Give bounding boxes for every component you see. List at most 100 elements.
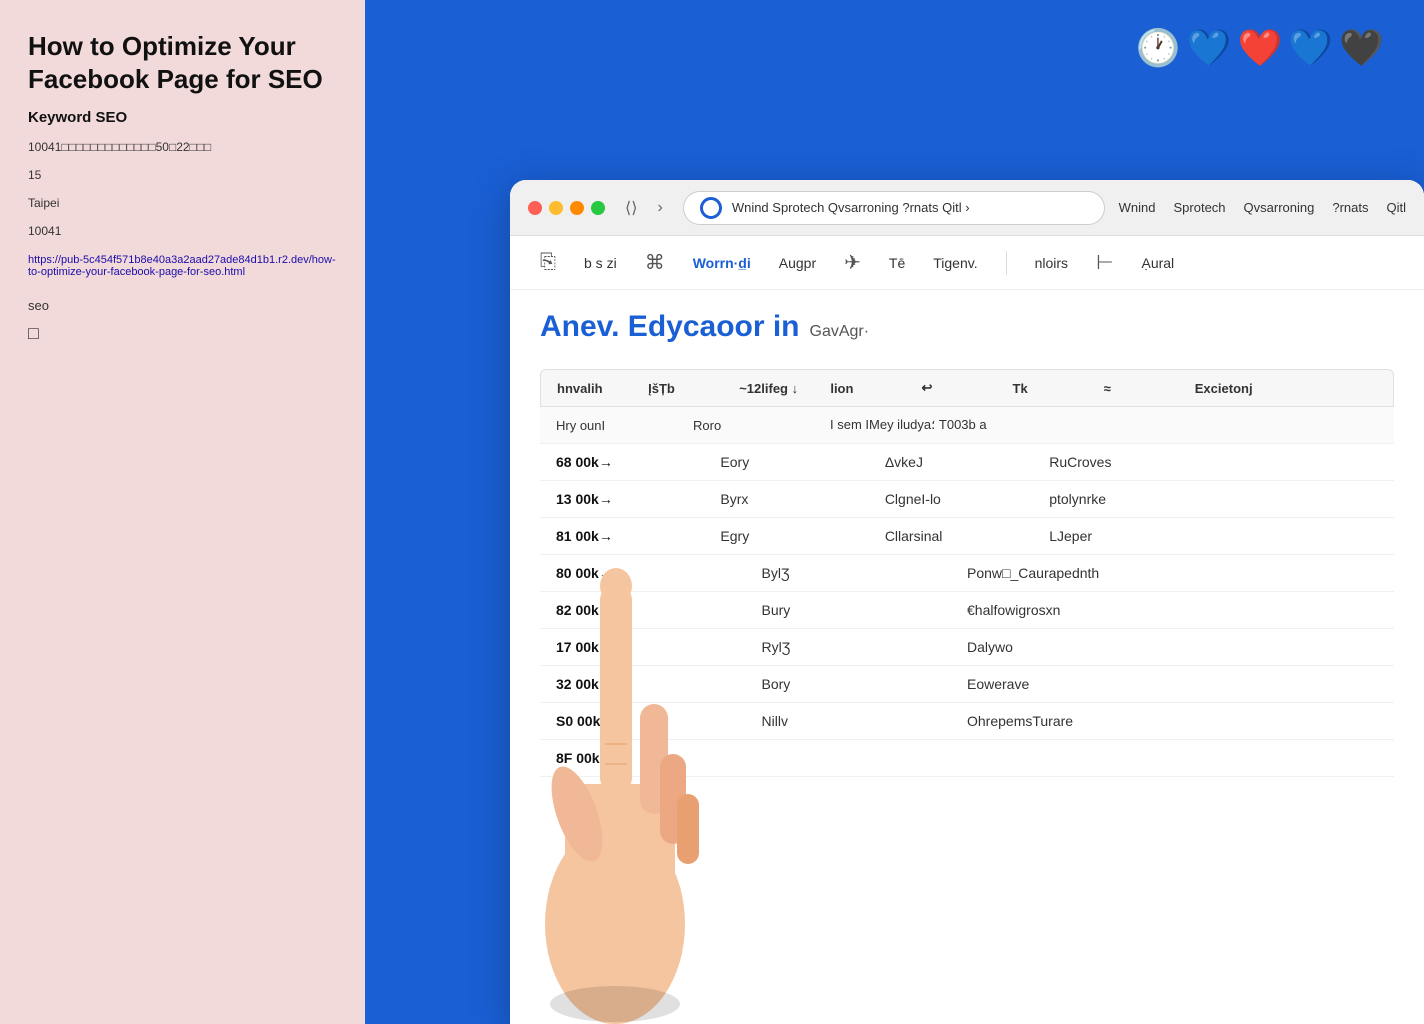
toolbar-icon-plane[interactable]: ✈: [844, 250, 861, 275]
row1-val3: ΔvkeJ: [885, 454, 1049, 470]
browser-chrome: ⟨⟩ › Wnind Sprotech Qvsarroning ?rnats Q…: [510, 180, 1424, 236]
row1-val1: 68 00k→: [556, 454, 720, 470]
row2-val2: Byrx: [720, 491, 884, 507]
row9-val1: 8F 00k→: [556, 750, 1378, 766]
th-4[interactable]: lion: [830, 381, 921, 396]
sidebar-meta-3: Taipei: [28, 194, 337, 212]
url-secure-icon: [700, 197, 722, 219]
th-7[interactable]: ≈: [1104, 381, 1195, 396]
menu-item-2[interactable]: Sprotech: [1174, 200, 1226, 215]
toolbar-label-tigenv[interactable]: Tigenv.: [933, 255, 977, 271]
toolbar-icon-2[interactable]: ⌘: [645, 250, 665, 275]
row5-val2: Bury: [762, 602, 968, 618]
traffic-lights: [528, 201, 605, 215]
top-icon-4: 💙: [1288, 30, 1333, 66]
row2-val3: ClgneI-lo: [885, 491, 1049, 507]
table-row[interactable]: 32 00k→ Bory Eowerave: [540, 666, 1394, 703]
row2-val4: ptolynrke: [1049, 491, 1378, 507]
menu-item-1[interactable]: Wnind: [1119, 200, 1156, 215]
toolbar-icon-3[interactable]: ⊢: [1096, 250, 1113, 275]
th-1[interactable]: hnvalih: [557, 381, 648, 396]
sidebar-url[interactable]: https://pub-5c454f571b8e40a3a2aad27ade84…: [28, 254, 337, 278]
top-icon-1: 🕐: [1136, 30, 1181, 66]
menu-item-5[interactable]: Qitl: [1387, 200, 1407, 215]
th-2[interactable]: ĮšȚb: [648, 381, 739, 396]
sidebar-keyword: Keyword SEO: [28, 109, 337, 126]
toolbar-label-aural[interactable]: Ạural: [1141, 255, 1174, 271]
row5-val3: €halfowigrosxn: [967, 602, 1378, 618]
th-6[interactable]: Tk: [1013, 381, 1104, 396]
top-icon-2: 💙: [1187, 30, 1232, 66]
toolbar-separator: [1006, 251, 1007, 275]
table-row[interactable]: S0 00k→ Nillv OhrepemsTurare: [540, 703, 1394, 740]
table-row[interactable]: 8F 00k→: [540, 740, 1394, 777]
sidebar: How to Optimize Your Facebook Page for S…: [0, 0, 365, 1024]
menu-item-3[interactable]: Qvsarroning: [1244, 200, 1315, 215]
content-subtitle: GavAgr·: [810, 323, 870, 341]
row7-val1: 32 00k→: [556, 676, 762, 692]
sidebar-title: How to Optimize Your Facebook Page for S…: [28, 30, 337, 95]
sidebar-meta-2: 15: [28, 166, 337, 184]
toolbar-icon-1[interactable]: ⎘: [540, 251, 556, 274]
menu-item-4[interactable]: ?rnats: [1332, 200, 1368, 215]
browser-window: ⟨⟩ › Wnind Sprotech Qvsarroning ?rnats Q…: [510, 180, 1424, 1024]
sidebar-icon: □: [28, 323, 337, 344]
row6-val2: RylƷ: [762, 639, 968, 655]
row6-val1: 17 00k→: [556, 639, 762, 655]
row3-val3: Cllarsinal: [885, 528, 1049, 544]
main-area: 🕐 💙 ❤️ 💙 🖤 ⟨⟩ › Wnind Sprotech Qvsarroni…: [365, 0, 1424, 1024]
browser-url-bar[interactable]: Wnind Sprotech Qvsarroning ?rnats Qitl ›: [683, 191, 1105, 225]
row8-val1: S0 00k→: [556, 713, 762, 729]
row4-val2: BylƷ: [762, 565, 968, 581]
table-row[interactable]: 13 00k→ Byrx ClgneI-lo ptolynrke: [540, 481, 1394, 518]
row5-val1: 82 00k→: [556, 602, 762, 618]
row7-val2: Bory: [762, 676, 968, 692]
browser-content: Anev. Edycaoor in GavAgr· hnvalih ĮšȚb ~…: [510, 290, 1424, 797]
top-icon-5: 🖤: [1339, 30, 1384, 66]
top-right-icons: 🕐 💙 ❤️ 💙 🖤: [1136, 30, 1384, 66]
th-3[interactable]: ~12lifeg ↓: [739, 381, 830, 396]
toolbar-label-augpr[interactable]: Augpr: [779, 255, 816, 271]
table-row[interactable]: 68 00k→ Eory ΔvkeJ RuCroves: [540, 444, 1394, 481]
row1-val4: RuCroves: [1049, 454, 1378, 470]
table-row[interactable]: 81 00k→ Egry Cllarsinal LJeper: [540, 518, 1394, 555]
row3-val2: Egry: [720, 528, 884, 544]
toolbar-label-te[interactable]: Tē: [889, 255, 905, 271]
sub-h-1: Hry ounI: [556, 418, 693, 433]
row4-val3: Ponw□_Caurapednth: [967, 565, 1378, 581]
nav-forward-button[interactable]: ›: [651, 195, 668, 221]
table-row[interactable]: 82 00k→ Bury €halfowigrosxn: [540, 592, 1394, 629]
th-8[interactable]: Excietonj: [1195, 381, 1377, 396]
row8-val2: Nillv: [762, 713, 968, 729]
sub-h-3: I sem IMey iludya؛ T003b a: [830, 417, 1104, 433]
content-title: Anev. Edycaoor in: [540, 310, 800, 344]
traffic-light-green[interactable]: [591, 201, 605, 215]
sidebar-meta-4: 10041: [28, 222, 337, 240]
row7-val3: Eowerave: [967, 676, 1378, 692]
sidebar-meta-1: 10041□□□□□□□□□□□□□50□22□□□: [28, 138, 337, 156]
row1-val2: Eory: [720, 454, 884, 470]
table-row[interactable]: 80 00k→ BylƷ Ponw□_Caurapednth: [540, 555, 1394, 592]
browser-nav: ⟨⟩ ›: [619, 194, 669, 222]
row4-val1: 80 00k→: [556, 565, 762, 581]
toolbar-label-wornd[interactable]: Worrn·d̲i: [693, 255, 751, 271]
th-5[interactable]: ↩: [921, 380, 1012, 396]
nav-back-button[interactable]: ⟨⟩: [619, 194, 643, 222]
sub-h-2: Roro: [693, 418, 830, 433]
row3-val1: 81 00k→: [556, 528, 720, 544]
toolbar-label-nloirs[interactable]: nloirs: [1035, 255, 1068, 271]
traffic-light-orange[interactable]: [570, 201, 584, 215]
row8-val3: OhrepemsTurare: [967, 713, 1378, 729]
browser-menu: Wnind Sprotech Qvsarroning ?rnats Qitl: [1119, 200, 1406, 215]
top-icon-3: ❤️: [1238, 30, 1283, 66]
traffic-light-red[interactable]: [528, 201, 542, 215]
table-sub-header: Hry ounI Roro I sem IMey iludya؛ T003b a: [540, 407, 1394, 444]
browser-toolbar: ⎘ b s zi ⌘ Worrn·d̲i Augpr ✈ Tē Tigenv. …: [510, 236, 1424, 290]
row2-val1: 13 00k→: [556, 491, 720, 507]
toolbar-label-bszi[interactable]: b s zi: [584, 255, 617, 271]
traffic-light-yellow[interactable]: [549, 201, 563, 215]
sidebar-tag: seo: [28, 298, 337, 313]
row3-val4: LJeper: [1049, 528, 1378, 544]
table-row[interactable]: 17 00k→ RylƷ Dalywo: [540, 629, 1394, 666]
row6-val3: Dalywo: [967, 639, 1378, 655]
